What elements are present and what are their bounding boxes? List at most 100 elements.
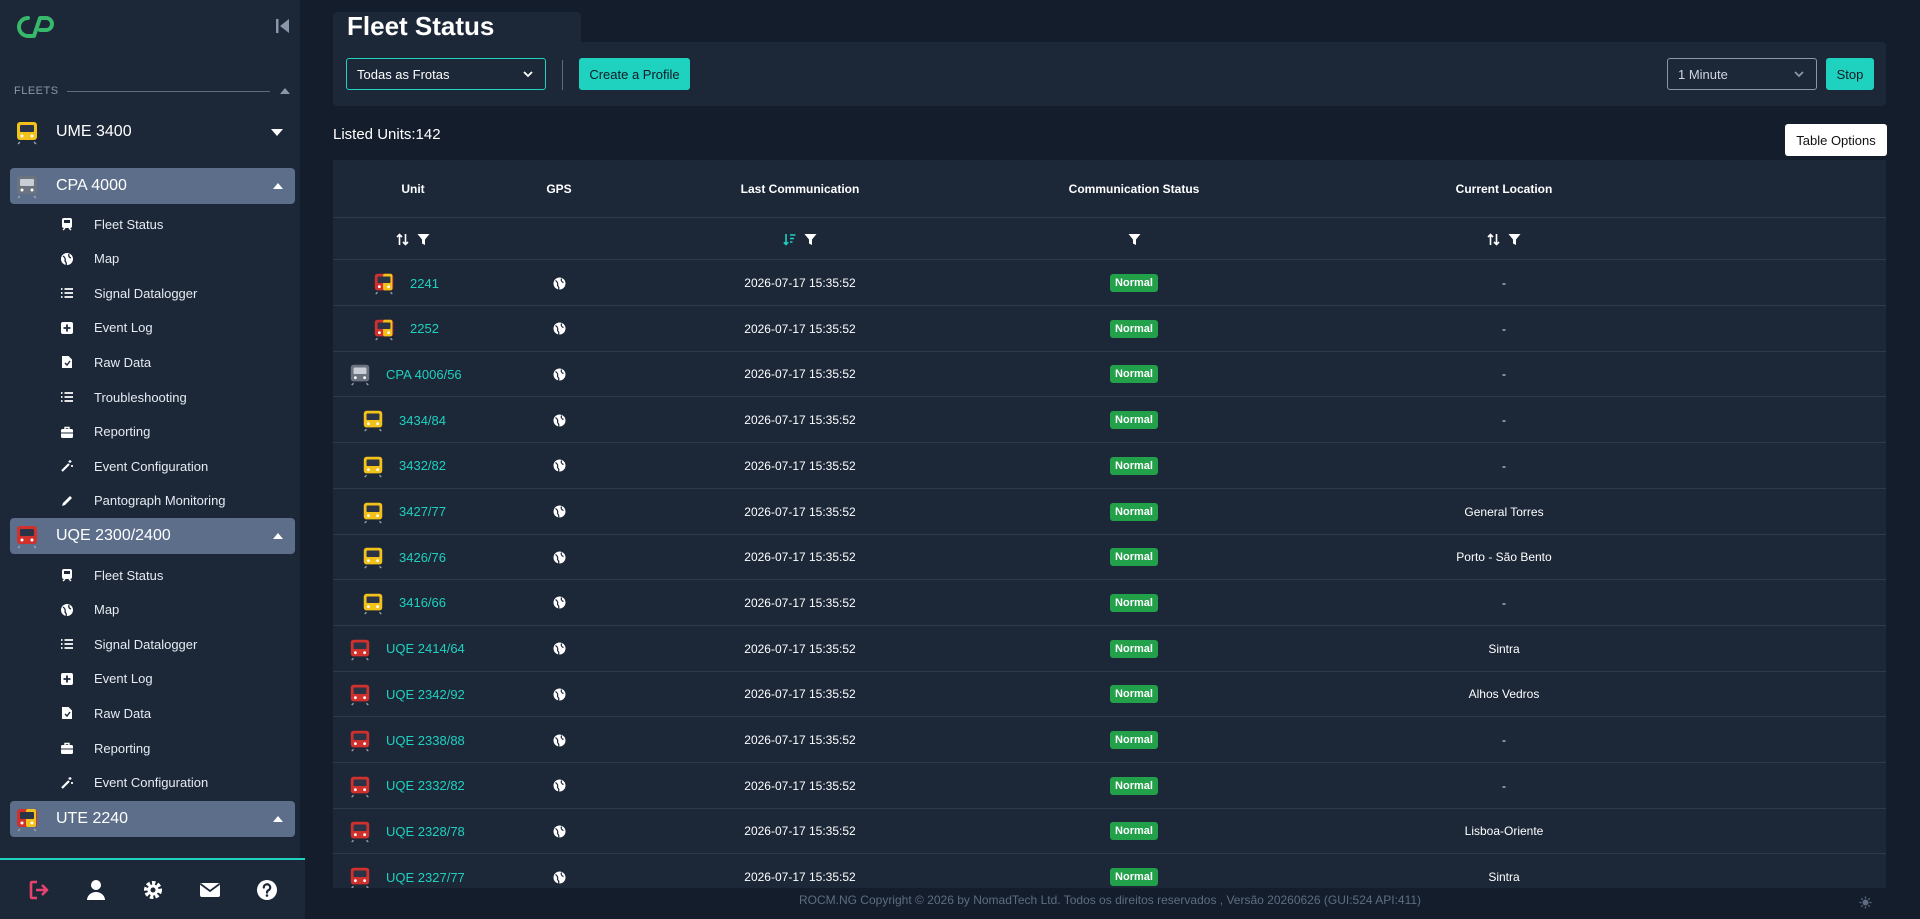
sidebar-item-raw-data[interactable]: Raw Data — [60, 699, 290, 727]
last-communication-value: 2026-07-17 15:35:52 — [744, 458, 856, 473]
unit-link[interactable]: CPA 4006/56 — [348, 362, 462, 386]
table-row[interactable]: 2252 2026-07-17 15:35:52 Normal - — [333, 306, 1886, 352]
sidebar-item-fleet-status[interactable]: Fleet Status — [60, 561, 290, 589]
sidebar-fleet-ume-3400[interactable]: UME 3400 — [10, 114, 295, 150]
fleet-select[interactable]: Todas as Frotas — [346, 58, 546, 90]
unit-name: 2252 — [410, 321, 439, 337]
table-row[interactable]: CPA 4006/56 2026-07-17 15:35:52 Normal - — [333, 351, 1886, 398]
sidebar-item-event-configuration[interactable]: Event Configuration — [60, 769, 290, 797]
create-profile-button[interactable]: Create a Profile — [579, 58, 690, 90]
table-row[interactable]: 2241 2026-07-17 15:35:52 Normal - — [333, 260, 1886, 306]
globe-icon[interactable] — [553, 825, 566, 838]
sidebar-fleet-ute-2240[interactable]: UTE 2240 — [10, 801, 295, 837]
sidebar-item-map[interactable]: Map — [60, 245, 290, 273]
table-row[interactable]: 3427/77 2026-07-17 15:35:52 Normal General … — [333, 489, 1886, 535]
table-row[interactable]: UQE 2414/64 2026-07-17 15:35:52 Normal Sint… — [333, 626, 1886, 672]
unit-name: UQE 2328/78 — [386, 823, 465, 839]
help-icon[interactable] — [256, 879, 278, 901]
table-row[interactable]: UQE 2332/82 2026-07-17 15:35:52 Normal - — [333, 763, 1886, 809]
unit-link[interactable]: UQE 2342/92 — [348, 682, 465, 706]
sort-icon[interactable] — [396, 232, 409, 246]
table-row[interactable]: UQE 2328/78 2026-07-17 15:35:52 Normal Lisb… — [333, 808, 1886, 855]
current-location-value: General Torres — [1464, 504, 1544, 519]
unit-link[interactable]: 3427/77 — [361, 500, 446, 524]
sidebar-item-signal-datalogger[interactable]: Signal Datalogger — [60, 279, 290, 307]
globe-icon[interactable] — [553, 596, 566, 610]
unit-link[interactable]: UQE 2414/64 — [348, 637, 465, 661]
table-options-button[interactable]: Table Options — [1785, 124, 1887, 156]
sidebar: FLEETS UME 3400 CPA 4000 Fleet Status Map Si… — [0, 0, 305, 919]
last-communication-value: 2026-07-17 15:35:52 — [744, 321, 856, 336]
unit-link[interactable]: 2252 — [372, 317, 439, 341]
globe-icon[interactable] — [553, 459, 566, 473]
sidebar-item-event-log[interactable]: Event Log — [60, 314, 290, 342]
globe-icon[interactable] — [553, 871, 566, 884]
table-row[interactable]: UQE 2327/77 2026-07-17 15:35:52 Normal Sint… — [333, 854, 1886, 888]
globe-icon[interactable] — [553, 505, 566, 518]
globe-icon[interactable] — [553, 277, 566, 290]
last-communication-value: 2026-07-17 15:35:52 — [744, 595, 856, 610]
train-grey-icon — [348, 362, 372, 386]
table-row[interactable]: UQE 2338/88 2026-07-17 15:35:52 Normal - — [333, 717, 1886, 763]
unit-link[interactable]: 3426/76 — [361, 545, 446, 569]
unit-link[interactable]: UQE 2332/82 — [348, 774, 465, 798]
sidebar-item-reporting[interactable]: Reporting — [60, 418, 290, 446]
status-badge: Normal — [1110, 274, 1158, 292]
globe-icon[interactable] — [553, 779, 566, 792]
unit-link[interactable]: 3416/66 — [361, 591, 446, 615]
gear-icon[interactable] — [142, 879, 164, 901]
globe-icon[interactable] — [553, 642, 566, 655]
stop-button[interactable]: Stop — [1826, 58, 1874, 90]
current-location-value: Sintra — [1488, 870, 1520, 885]
refresh-interval-select[interactable]: 1 Minute — [1667, 58, 1817, 90]
filter-icon[interactable] — [417, 233, 430, 246]
collapse-sidebar-icon[interactable] — [276, 18, 290, 34]
globe-icon[interactable] — [553, 414, 566, 427]
status-badge: Normal — [1110, 548, 1158, 567]
fleets-section-header[interactable]: FLEETS — [14, 84, 290, 98]
unit-link[interactable]: 3432/82 — [361, 454, 446, 478]
unit-name: 3416/66 — [399, 595, 446, 611]
sidebar-fleet-uqe-2300-2400[interactable]: UQE 2300/2400 — [10, 518, 295, 554]
unit-link[interactable]: 3434/84 — [361, 408, 446, 432]
sidebar-item-event-configuration[interactable]: Event Configuration — [60, 452, 290, 480]
sidebar-item-pantograph-monitoring[interactable]: Pantograph Monitoring — [60, 487, 290, 515]
table-row[interactable]: UQE 2342/92 2026-07-17 15:35:52 Normal Alho… — [333, 671, 1886, 718]
status-badge: Normal — [1110, 593, 1158, 612]
app-logo-icon[interactable] — [14, 14, 56, 40]
sort-icon[interactable] — [1487, 232, 1500, 246]
last-communication-value: 2026-07-17 15:35:52 — [744, 413, 856, 428]
unit-link[interactable]: UQE 2338/88 — [348, 728, 465, 752]
table-row[interactable]: 3416/66 2026-07-17 15:35:52 Normal - — [333, 580, 1886, 626]
train-mixed-icon — [372, 271, 396, 295]
mail-icon[interactable] — [199, 879, 221, 901]
globe-icon — [61, 252, 73, 265]
globe-icon[interactable] — [553, 734, 566, 747]
filter-icon[interactable] — [804, 233, 817, 246]
globe-icon[interactable] — [553, 322, 566, 335]
sidebar-item-troubleshooting[interactable]: Troubleshooting — [60, 383, 290, 411]
logout-icon[interactable] — [28, 879, 50, 901]
sidebar-item-signal-datalogger[interactable]: Signal Datalogger — [60, 630, 290, 658]
filter-icon[interactable] — [1128, 233, 1141, 246]
table-row[interactable]: 3432/82 2026-07-17 15:35:52 Normal - — [333, 443, 1886, 489]
filter-icon[interactable] — [1508, 233, 1521, 246]
globe-icon[interactable] — [553, 368, 566, 381]
user-icon[interactable] — [85, 879, 107, 901]
sidebar-item-map[interactable]: Map — [60, 596, 290, 624]
unit-name: 3426/76 — [399, 549, 446, 565]
globe-icon[interactable] — [553, 688, 566, 701]
sidebar-item-reporting[interactable]: Reporting — [60, 734, 290, 762]
unit-link[interactable]: UQE 2328/78 — [348, 819, 465, 843]
sidebar-item-fleet-status[interactable]: Fleet Status — [60, 210, 290, 238]
theme-icon[interactable] — [1859, 896, 1872, 909]
sidebar-fleet-cpa-4000[interactable]: CPA 4000 — [10, 168, 295, 204]
sidebar-item-raw-data[interactable]: Raw Data — [60, 348, 290, 376]
unit-link[interactable]: 2241 — [372, 271, 439, 295]
sort-descending-icon[interactable] — [783, 233, 796, 246]
globe-icon[interactable] — [553, 551, 566, 564]
unit-link[interactable]: UQE 2327/77 — [348, 865, 465, 888]
sidebar-item-event-log[interactable]: Event Log — [60, 665, 290, 693]
table-row[interactable]: 3434/84 2026-07-17 15:35:52 Normal - — [333, 397, 1886, 444]
table-row[interactable]: 3426/76 2026-07-17 15:35:52 Normal Porto - … — [333, 534, 1886, 581]
